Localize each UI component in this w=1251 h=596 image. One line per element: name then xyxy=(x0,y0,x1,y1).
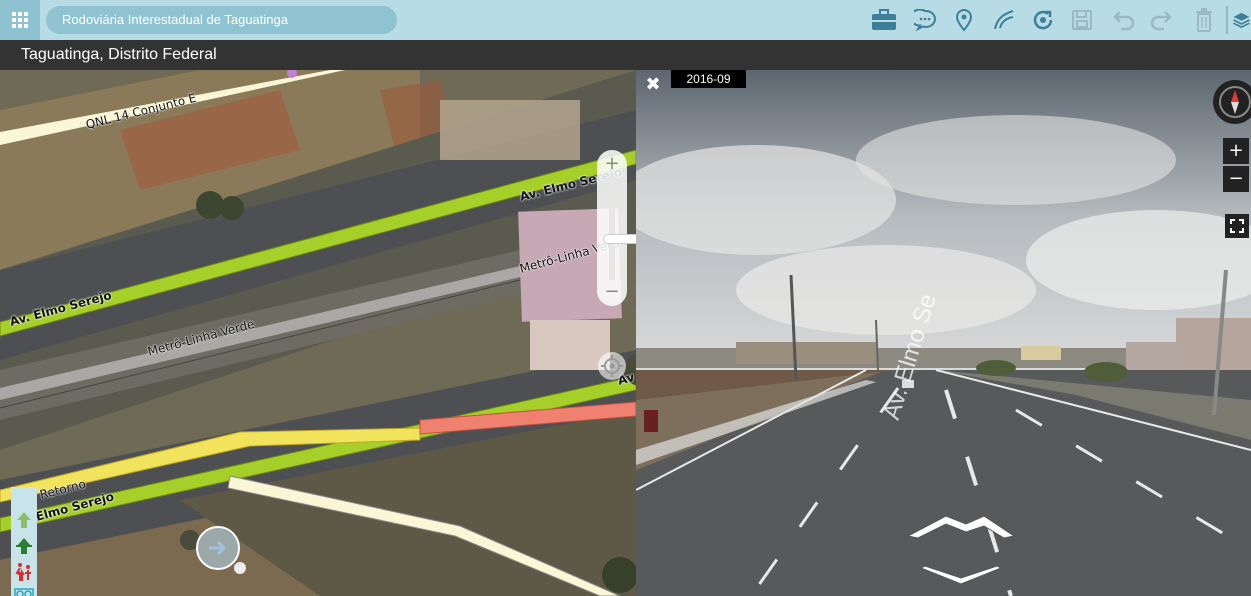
map-zoom-slider-thumb[interactable] xyxy=(603,234,636,244)
satellite-map xyxy=(0,70,636,596)
redo-icon[interactable] xyxy=(1148,6,1176,34)
location-pin-icon[interactable] xyxy=(950,6,978,34)
street-view-position-marker[interactable] xyxy=(196,526,240,570)
arrow-up-light-icon[interactable] xyxy=(11,507,37,533)
map-zoom-out-button[interactable]: − xyxy=(597,280,627,304)
map-zoom-in-button[interactable]: + xyxy=(597,152,627,176)
refresh-icon[interactable] xyxy=(1029,6,1057,34)
delete-icon[interactable] xyxy=(1190,6,1218,34)
marker-dot xyxy=(234,562,246,574)
map-layer-panel xyxy=(11,487,37,596)
briefcase-icon[interactable] xyxy=(870,6,898,34)
imagery-date-badge: 2016-09 xyxy=(671,70,746,88)
apps-grid-icon[interactable] xyxy=(0,0,40,40)
map-zoom-slider-track[interactable] xyxy=(603,176,636,280)
layers-icon[interactable] xyxy=(1232,6,1251,34)
save-icon[interactable] xyxy=(1068,6,1096,34)
undo-icon[interactable] xyxy=(1109,6,1137,34)
roundabout-icon[interactable] xyxy=(11,585,37,596)
street-view-pane[interactable]: ✖ 2016-09 + − Av. Elmo Se xyxy=(636,70,1251,596)
close-street-view-button[interactable]: ✖ xyxy=(644,76,662,94)
compass-icon[interactable] xyxy=(1213,80,1251,124)
top-toolbar: Rodoviária Interestadual de Taguatinga xyxy=(0,0,1251,40)
pedestrians-icon[interactable] xyxy=(11,559,37,585)
crosshair-icon[interactable] xyxy=(598,352,626,380)
map-zoom-control: + − xyxy=(597,150,636,306)
street-view-zoom-in-button[interactable]: + xyxy=(1223,138,1249,164)
fullscreen-icon[interactable] xyxy=(1225,214,1249,238)
navigate-back-arrow-icon[interactable] xyxy=(919,564,1003,588)
toolbar-divider xyxy=(1226,6,1228,34)
street-view-zoom-out-button[interactable]: − xyxy=(1223,166,1249,192)
location-title-bar: Taguatinga, Distrito Federal xyxy=(0,40,1251,70)
comment-icon[interactable] xyxy=(911,6,939,34)
navigate-forward-arrow-icon[interactable] xyxy=(906,510,1016,540)
search-input[interactable]: Rodoviária Interestadual de Taguatinga xyxy=(46,6,397,34)
location-title: Taguatinga, Distrito Federal xyxy=(21,46,217,63)
map-view[interactable]: QNL 14 Conjunto E Av. Elmo Serejo Av. El… xyxy=(0,70,636,596)
arrow-up-dark-icon[interactable] xyxy=(11,533,37,559)
route-icon[interactable] xyxy=(990,6,1018,34)
